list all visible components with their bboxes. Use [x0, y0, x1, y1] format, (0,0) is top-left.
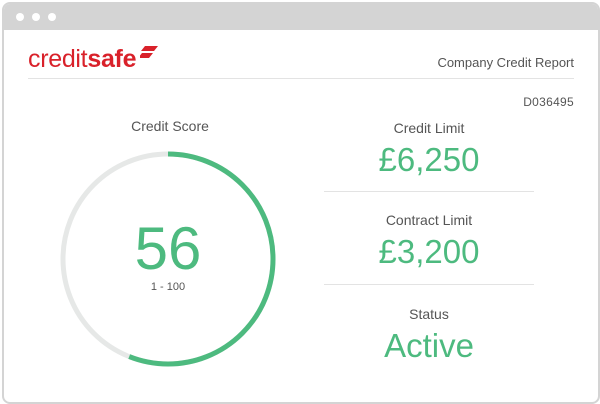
logo-mark-icon [140, 46, 158, 58]
report-title: Company Credit Report [437, 55, 574, 70]
window-dot-icon [48, 13, 56, 21]
credit-limit-value: £6,250 [378, 141, 480, 178]
credit-limit-block: Credit Limit £6,250 [324, 120, 534, 180]
status-label: Status [409, 306, 449, 322]
window-titlebar [4, 4, 598, 30]
logo-text-regular: credit [28, 45, 88, 73]
credit-limit-label: Credit Limit [393, 120, 465, 136]
contract-limit-label: Contract Limit [385, 212, 473, 228]
logo-text-bold: safe [87, 45, 137, 73]
status-value: Active [384, 327, 474, 364]
credit-score-value: 56 [134, 215, 202, 282]
app-window: creditsafe Company Credit Report D036495… [2, 2, 600, 404]
status-block: Status Active [324, 306, 534, 366]
creditsafe-logo: creditsafe [28, 44, 136, 74]
stats-divider [324, 191, 534, 192]
window-dot-icon [16, 13, 24, 21]
contract-limit-block: Contract Limit £3,200 [324, 212, 534, 272]
stats-divider [324, 284, 534, 285]
contract-limit-value: £3,200 [378, 233, 480, 270]
credit-score-range: 1 - 100 [150, 281, 186, 293]
window-dot-icon [32, 13, 40, 21]
credit-score-label: Credit Score [131, 118, 209, 134]
header-divider [28, 78, 574, 79]
report-reference: D036495 [523, 95, 574, 109]
